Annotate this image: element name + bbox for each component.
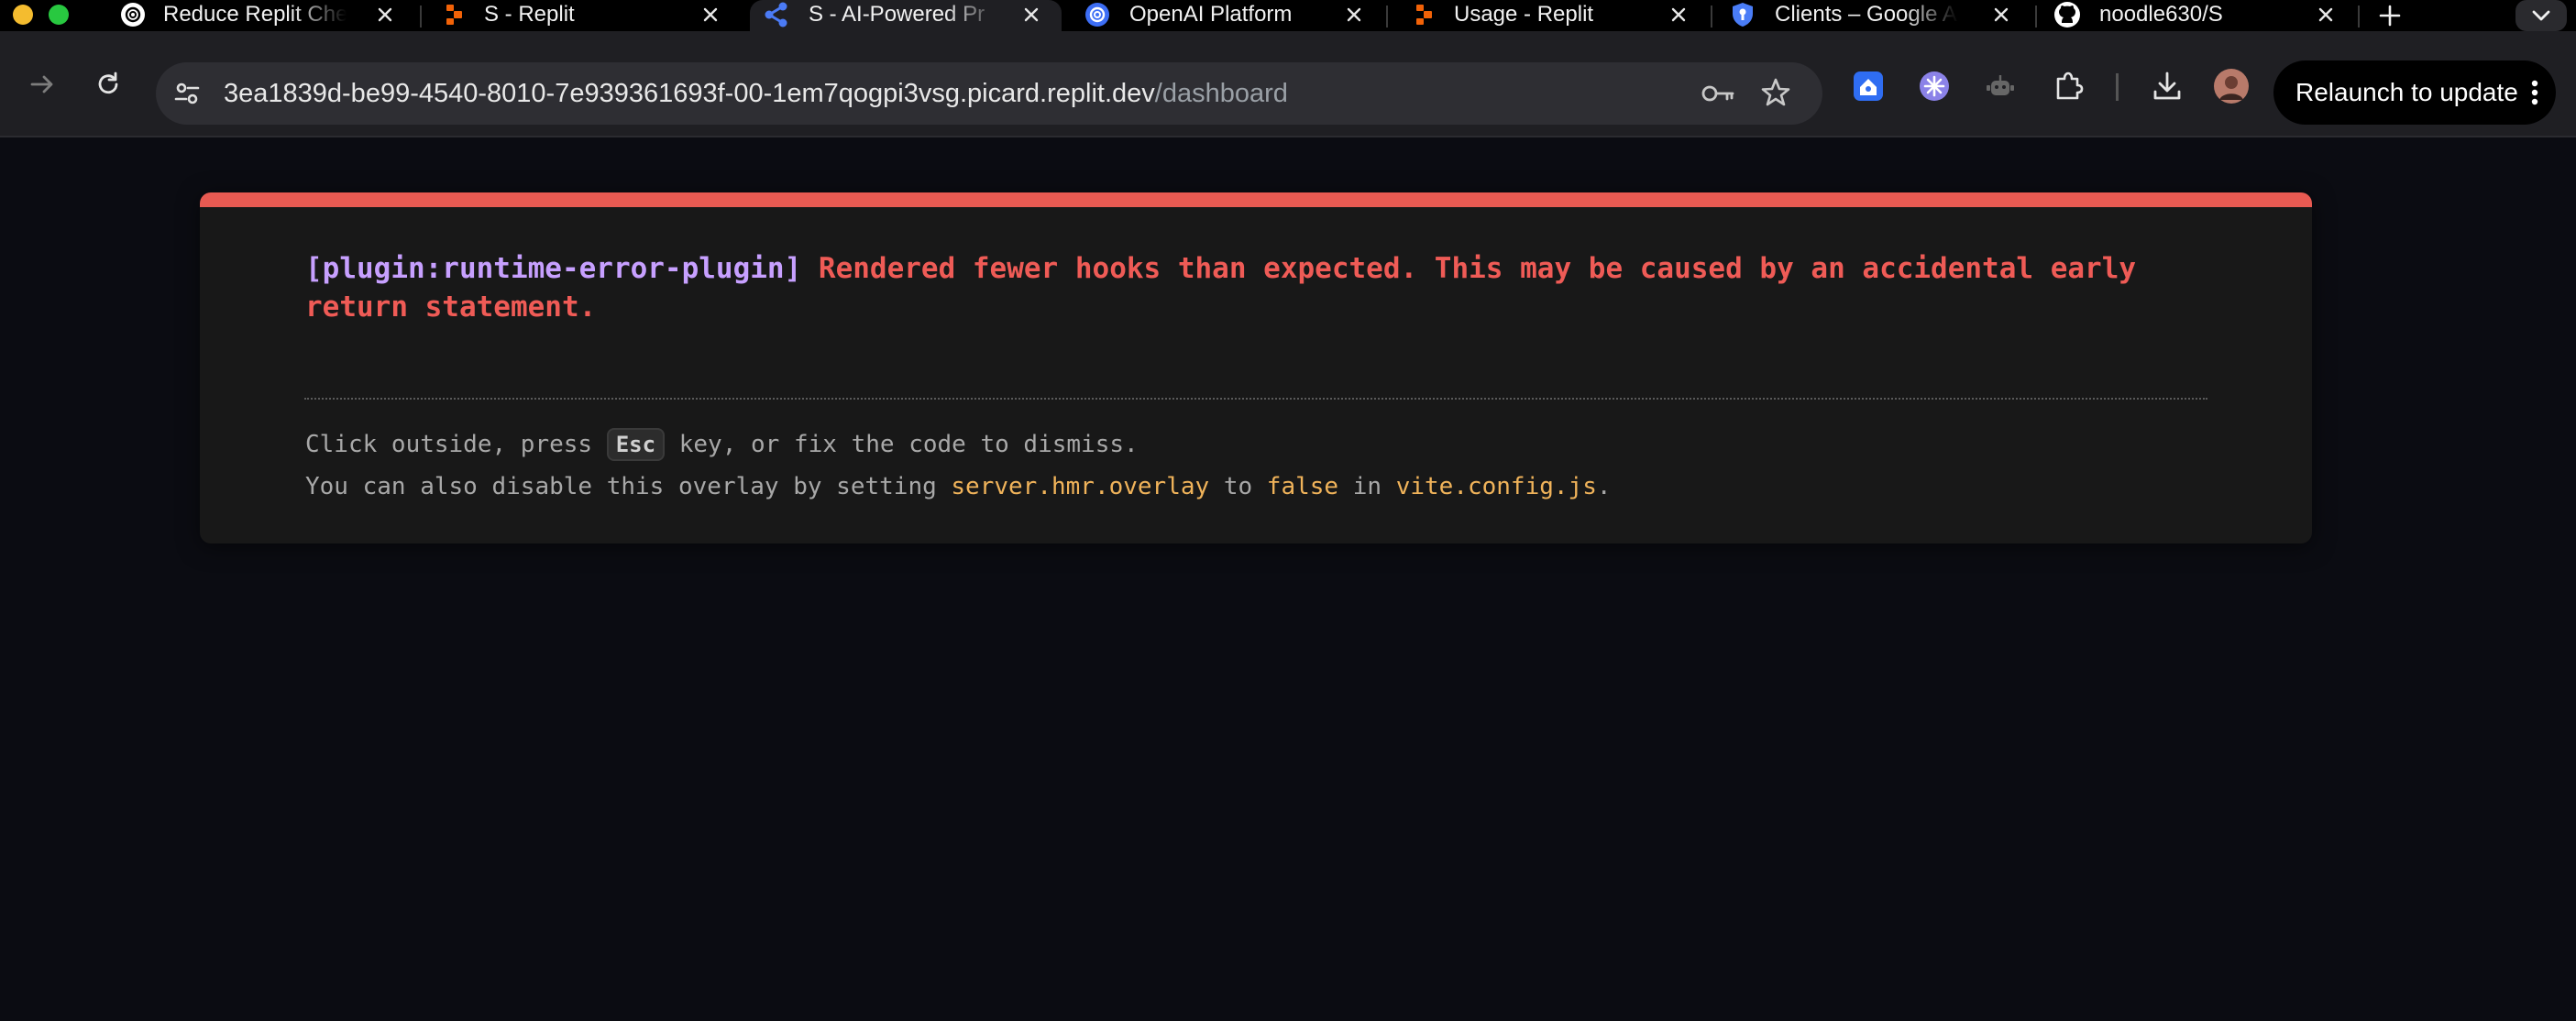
- reload-button[interactable]: [88, 64, 128, 104]
- esc-key-badge: Esc: [606, 428, 666, 461]
- window-zoom-button[interactable]: [49, 5, 69, 25]
- tab-divider: [1386, 5, 1388, 27]
- browser-toolbar: 3ea1839d-be99-4540-8010-7e939361693f-00-…: [0, 31, 2576, 137]
- share-icon: [763, 1, 790, 28]
- tab-divider: [1711, 5, 1712, 27]
- tab-title: OpenAI Platform: [1129, 2, 1293, 27]
- close-icon[interactable]: [1987, 1, 2015, 28]
- disable-tip-in: in: [1352, 473, 1382, 500]
- arrow-right-icon: [30, 75, 53, 93]
- tab-s-replit[interactable]: S - Replit: [431, 0, 733, 31]
- openai-icon: [119, 1, 147, 28]
- close-icon[interactable]: [697, 1, 724, 28]
- extension-robot-icon[interactable]: [1982, 68, 2019, 104]
- extension-sparkle-icon[interactable]: [1916, 68, 1953, 104]
- close-icon[interactable]: [1665, 1, 1692, 28]
- error-plugin-name: [plugin:runtime-error-plugin]: [305, 252, 802, 285]
- download-icon[interactable]: [2149, 68, 2185, 104]
- setting-value: false: [1266, 473, 1339, 500]
- tab-divider: [2035, 5, 2037, 27]
- toolbar-divider: [2116, 73, 2119, 101]
- tab-clients-google[interactable]: Clients – Google A: [1722, 0, 2024, 31]
- tab-github-noodle[interactable]: noodle630/S: [2046, 0, 2349, 31]
- overlay-divider: [304, 398, 2207, 400]
- tab-title: Clients – Google A: [1775, 2, 1957, 27]
- dismiss-tip: Click outside, press Esc key, or fix the…: [305, 423, 1139, 466]
- reload-icon: [98, 71, 118, 94]
- tab-reduce-replit[interactable]: Reduce Replit Che: [110, 0, 413, 31]
- runtime-error-overlay[interactable]: [plugin:runtime-error-plugin] Rendered f…: [200, 192, 2312, 543]
- extensions-puzzle-icon[interactable]: [2050, 68, 2086, 104]
- tab-title: noodle630/S: [2099, 2, 2223, 27]
- star-icon[interactable]: [1760, 77, 1791, 113]
- relaunch-to-update-button[interactable]: Relaunch to update: [2273, 60, 2556, 125]
- tab-title: S - AI-Powered Pr: [809, 2, 985, 27]
- github-icon: [2053, 1, 2081, 28]
- plus-icon: [2379, 5, 2401, 27]
- disable-overlay-tip: You can also disable this overlay by set…: [305, 466, 1612, 508]
- url-host: 3ea1839d-be99-4540-8010-7e939361693f-00-…: [224, 79, 1155, 108]
- dismiss-tip-suffix: key, or fix the code to dismiss.: [678, 431, 1139, 458]
- chevron-down-icon: [2532, 10, 2550, 21]
- tab-openai-platform[interactable]: OpenAI Platform: [1074, 0, 1377, 31]
- tab-search-button[interactable]: [2515, 0, 2567, 31]
- site-settings-icon[interactable]: [172, 79, 202, 113]
- tab-s-ai-powered[interactable]: S - AI-Powered Pr: [750, 0, 1062, 31]
- key-icon[interactable]: [1700, 79, 1736, 113]
- window-minimize-button[interactable]: [13, 5, 33, 25]
- config-file-name: vite.config.js: [1395, 473, 1597, 500]
- url-text[interactable]: 3ea1839d-be99-4540-8010-7e939361693f-00-…: [224, 62, 1288, 125]
- extension-home-icon[interactable]: [1850, 68, 1887, 104]
- relaunch-label: Relaunch to update: [2295, 78, 2518, 106]
- tab-title: Reduce Replit Che: [163, 2, 347, 27]
- tab-title: S - Replit: [484, 2, 575, 27]
- error-message: [plugin:runtime-error-plugin] Rendered f…: [305, 249, 2212, 326]
- tab-title: Usage - Replit: [1454, 2, 1594, 27]
- setting-name: server.hmr.overlay: [951, 473, 1210, 500]
- replit-icon: [440, 1, 468, 28]
- disable-tip-end: .: [1596, 473, 1612, 500]
- tab-usage-replit[interactable]: Usage - Replit: [1397, 0, 1700, 31]
- openai-icon: [1084, 1, 1111, 28]
- tab-strip: Reduce Replit Che S - Replit S - AI-Powe…: [0, 0, 2576, 31]
- close-icon[interactable]: [371, 1, 399, 28]
- new-tab-button[interactable]: [2374, 1, 2405, 30]
- dismiss-tip-prefix: Click outside, press: [305, 431, 593, 458]
- address-bar[interactable]: 3ea1839d-be99-4540-8010-7e939361693f-00-…: [156, 62, 1822, 125]
- disable-tip-prefix: You can also disable this overlay by set…: [305, 473, 937, 500]
- shield-icon: [1729, 1, 1756, 28]
- forward-button[interactable]: [22, 64, 62, 104]
- close-icon[interactable]: [1018, 1, 1045, 28]
- more-vert-icon: [2530, 60, 2539, 148]
- tab-divider: [2358, 5, 2360, 27]
- disable-tip-to: to: [1223, 473, 1253, 500]
- close-icon[interactable]: [1340, 1, 1368, 28]
- tab-divider: [420, 5, 422, 27]
- url-path: /dashboard: [1154, 79, 1288, 108]
- close-icon[interactable]: [2312, 1, 2339, 28]
- replit-icon: [1410, 1, 1437, 28]
- avatar[interactable]: [2213, 68, 2250, 104]
